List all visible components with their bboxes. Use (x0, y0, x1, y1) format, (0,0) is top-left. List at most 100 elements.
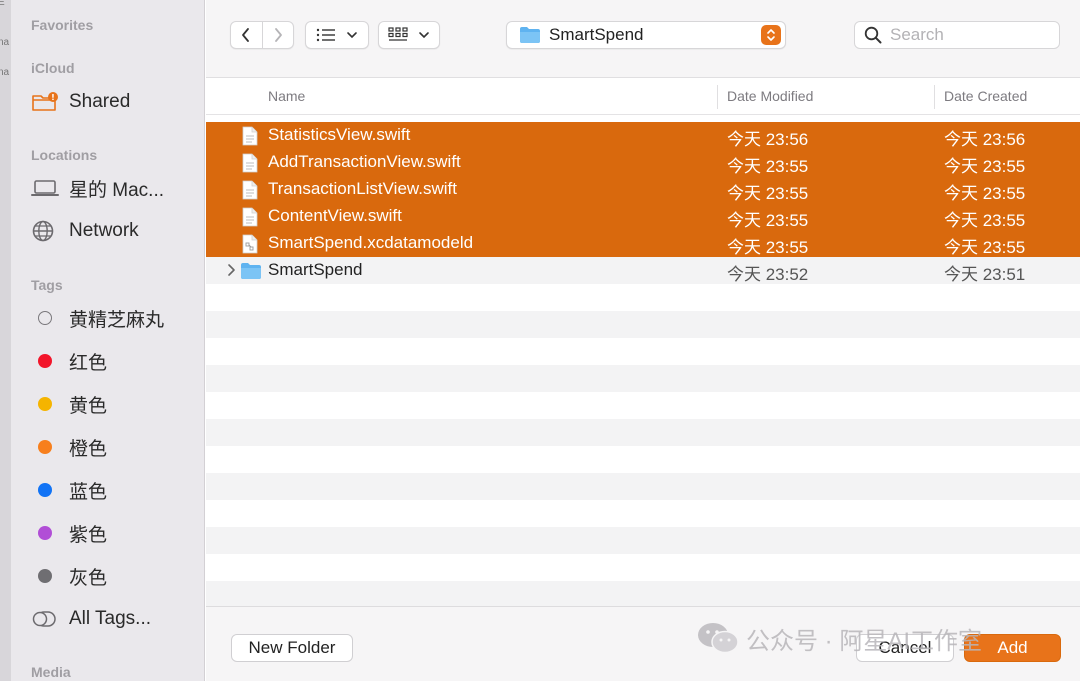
back-button[interactable] (231, 22, 262, 48)
empty-row (206, 581, 1080, 606)
add-button[interactable]: Add (964, 634, 1061, 662)
sidebar-tag-blue[interactable]: 蓝色 (31, 474, 201, 506)
file-date-modified: 今天 23:52 (727, 265, 809, 284)
bottom-bar: New Folder Cancel Add (206, 606, 1080, 681)
empty-row (206, 419, 1080, 446)
sidebar-item-label: Network (69, 220, 139, 241)
cancel-button[interactable]: Cancel (856, 634, 954, 662)
file-row[interactable]: TransactionListView.swift 今天 23:55 今天 23… (206, 176, 1080, 203)
document-icon (242, 207, 258, 227)
chevron-down-icon (347, 32, 357, 39)
popup-stepper-icon (761, 25, 781, 45)
svg-text:!: ! (51, 93, 55, 102)
file-date-created: 今天 23:55 (944, 157, 1026, 176)
search-input[interactable] (890, 25, 1050, 45)
globe-icon (31, 219, 59, 243)
column-divider[interactable] (717, 85, 718, 109)
file-date-modified: 今天 23:55 (727, 184, 809, 203)
background-window-text: na (0, 67, 10, 78)
chevron-left-icon (242, 28, 250, 42)
section-header-icloud: iCloud (31, 60, 75, 76)
file-date-modified: 今天 23:55 (727, 238, 809, 257)
file-name: SmartSpend (268, 260, 363, 279)
chevron-right-icon (275, 28, 282, 42)
section-header-media: Media (31, 664, 71, 680)
sidebar-item-label: 星的 Mac... (69, 179, 165, 201)
sidebar: E na na Favorites iCloud ! Shared Locati… (0, 0, 205, 681)
file-row[interactable]: SmartSpend.xcdatamodeld 今天 23:55 今天 23:5… (206, 230, 1080, 257)
tag-dot-gray-icon (38, 569, 52, 583)
file-row[interactable]: ContentView.swift 今天 23:55 今天 23:55 (206, 203, 1080, 230)
column-header-date-modified[interactable]: Date Modified (727, 88, 813, 104)
file-date-modified: 今天 23:56 (727, 130, 809, 149)
background-window-edge: E na na (0, 0, 11, 681)
sidebar-item-shared[interactable]: ! Shared (31, 86, 201, 118)
column-header-row: Name Date Modified Date Created (206, 79, 1080, 115)
file-row[interactable]: AddTransactionView.swift 今天 23:55 今天 23:… (206, 149, 1080, 176)
sidebar-item-label: All Tags... (69, 608, 152, 629)
search-icon (864, 26, 882, 44)
sidebar-tag-huangjing[interactable]: 黄精芝麻丸 (31, 302, 201, 334)
sidebar-item-label: 蓝色 (69, 481, 108, 503)
datamodel-icon (242, 234, 258, 254)
file-name: AddTransactionView.swift (268, 152, 461, 171)
column-header-name[interactable]: Name (268, 88, 305, 104)
file-name: StatisticsView.swift (268, 125, 411, 144)
section-header-locations: Locations (31, 147, 98, 163)
background-window-text: na (0, 37, 10, 48)
sidebar-item-all-tags[interactable]: All Tags... (31, 603, 201, 635)
search-field[interactable] (854, 21, 1060, 49)
folder-row[interactable]: SmartSpend 今天 23:52 今天 23:51 (206, 257, 1080, 284)
folder-icon (241, 263, 261, 279)
tag-ring-icon (38, 311, 52, 325)
document-icon (242, 153, 258, 173)
file-date-modified: 今天 23:55 (727, 211, 809, 230)
list-view-icon (316, 28, 335, 42)
column-header-date-created[interactable]: Date Created (944, 88, 1027, 104)
empty-row (206, 311, 1080, 338)
forward-button[interactable] (261, 22, 293, 48)
sidebar-item-mac[interactable]: 星的 Mac... (31, 172, 201, 204)
document-icon (242, 126, 258, 146)
location-popup-label: SmartSpend (549, 25, 644, 44)
sidebar-tag-purple[interactable]: 紫色 (31, 517, 201, 549)
tag-dot-yellow-icon (38, 397, 52, 411)
sidebar-item-label: 红色 (69, 352, 108, 374)
file-date-created: 今天 23:55 (944, 184, 1026, 203)
sidebar-tag-gray[interactable]: 灰色 (31, 560, 201, 592)
chevron-down-icon (419, 32, 429, 39)
sidebar-item-label: 灰色 (69, 567, 108, 589)
sidebar-tag-red[interactable]: 红色 (31, 345, 201, 377)
sidebar-item-label: 黄精芝麻丸 (69, 309, 165, 331)
empty-row (206, 473, 1080, 500)
all-tags-icon (31, 607, 59, 631)
sidebar-tag-yellow[interactable]: 黄色 (31, 388, 201, 420)
file-date-created: 今天 23:55 (944, 238, 1026, 257)
file-date-modified: 今天 23:55 (727, 157, 809, 176)
tag-dot-orange-icon (38, 440, 52, 454)
tag-dot-red-icon (38, 354, 52, 368)
disclosure-triangle-icon[interactable] (226, 263, 236, 277)
laptop-icon (31, 176, 59, 200)
file-date-created: 今天 23:51 (944, 265, 1026, 284)
file-row[interactable]: StatisticsView.swift 今天 23:56 今天 23:56 (206, 122, 1080, 149)
sidebar-item-label: 紫色 (69, 524, 108, 546)
new-folder-button[interactable]: New Folder (231, 634, 353, 662)
sidebar-item-label: 橙色 (69, 438, 108, 460)
empty-row (206, 527, 1080, 554)
column-divider[interactable] (934, 85, 935, 109)
file-name: TransactionListView.swift (268, 179, 457, 198)
file-date-created: 今天 23:55 (944, 211, 1026, 230)
toolbar: SmartSpend (206, 0, 1080, 78)
sidebar-item-label: Shared (69, 91, 131, 112)
navigation-group (230, 21, 294, 49)
sidebar-tag-orange[interactable]: 橙色 (31, 431, 201, 463)
grid-view-icon (388, 27, 408, 41)
shared-folder-icon: ! (31, 90, 59, 114)
location-popup[interactable]: SmartSpend (506, 21, 786, 49)
group-view-button[interactable] (378, 21, 440, 49)
sidebar-item-network[interactable]: Network (31, 215, 201, 247)
tag-dot-purple-icon (38, 526, 52, 540)
list-view-button[interactable] (305, 21, 369, 49)
file-name: ContentView.swift (268, 206, 402, 225)
